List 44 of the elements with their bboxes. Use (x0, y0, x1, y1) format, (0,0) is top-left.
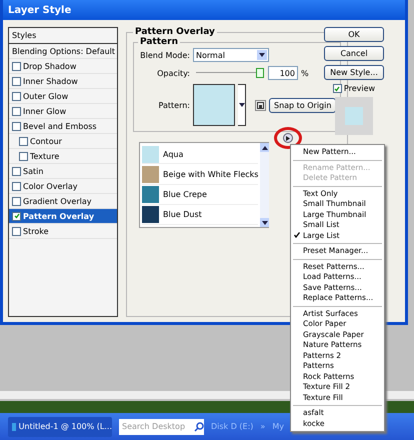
down-arrow-icon (259, 53, 265, 57)
field-label: Blend Mode: (139, 50, 190, 60)
style-item[interactable]: Satin (9, 164, 117, 179)
style-item[interactable]: Gradient Overlay (9, 194, 117, 209)
pattern-swatch[interactable] (193, 84, 235, 126)
style-item[interactable]: Contour (9, 134, 117, 149)
style-item[interactable]: Texture (9, 149, 117, 164)
window-title: Layer Style (8, 4, 72, 16)
style-item[interactable]: Drop Shadow (9, 59, 117, 74)
group-title: Pattern Overlay (134, 27, 216, 37)
style-item[interactable]: Stroke (9, 224, 117, 239)
dialog-button[interactable]: New Style... (324, 65, 384, 80)
group-title: Pattern (139, 37, 179, 47)
field-label: Opacity: (156, 68, 190, 78)
percent-unit: % (301, 68, 309, 78)
style-item[interactable]: Pattern Overlay (9, 209, 117, 224)
style-item[interactable]: Outer Glow (9, 89, 117, 104)
up-arrow-icon (262, 146, 268, 150)
style-item[interactable]: Inner Shadow (9, 74, 117, 89)
check-icon (334, 86, 340, 92)
app-icon (12, 422, 16, 430)
field-label: Pattern: (158, 100, 190, 110)
dialog-button[interactable]: Cancel (324, 46, 384, 61)
right-arrow-icon (286, 136, 290, 140)
style-item[interactable]: Color Overlay (9, 179, 117, 194)
down-arrow-icon (262, 220, 268, 224)
taskbar-task-button[interactable]: Untitled-1 @ 100% (L... (8, 416, 112, 436)
flyout-menu-button[interactable] (283, 133, 293, 143)
search-icon (194, 422, 204, 432)
pattern-item[interactable]: Aqua (142, 145, 258, 164)
dialog-button[interactable]: OK (324, 27, 384, 42)
pattern-item[interactable]: Beige with White Flecks (142, 165, 258, 184)
snap-to-origin-button[interactable]: Snap to Origin (269, 98, 336, 112)
preview-checkbox[interactable]: Preview (324, 84, 384, 93)
new-preset-button[interactable] (255, 100, 266, 110)
slider-thumb[interactable] (256, 68, 264, 78)
pattern-item[interactable]: Blue Crepe (142, 186, 258, 205)
style-item[interactable]: Bevel and Emboss (9, 119, 117, 134)
check-icon (14, 213, 20, 219)
style-item[interactable]: Inner Glow (9, 104, 117, 119)
pattern-item[interactable]: Blue Dust (142, 206, 258, 225)
down-arrow-icon (238, 103, 244, 107)
opacity-input[interactable]: 100 (268, 66, 298, 80)
blend-mode-select[interactable]: Normal (193, 48, 269, 62)
